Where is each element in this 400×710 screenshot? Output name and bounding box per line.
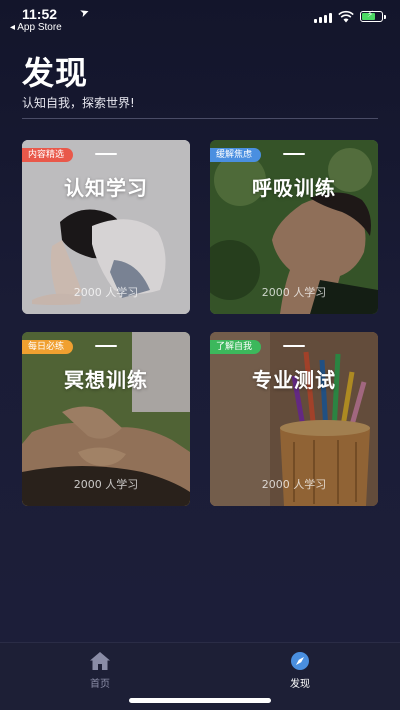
tab-discover-label: 发现 xyxy=(290,679,310,690)
battery-icon: ⚡ xyxy=(360,10,386,22)
header-divider xyxy=(22,118,378,119)
card-learner-count: 2000 人学习 xyxy=(73,286,139,299)
back-to-app-link[interactable]: ◂ App Store xyxy=(10,22,62,33)
card-dash xyxy=(95,153,117,155)
status-time: 11:52 xyxy=(22,6,58,22)
card-tag: 了解自我 xyxy=(210,340,262,354)
card-tag: 每日必练 xyxy=(22,340,74,354)
card-dash xyxy=(283,153,305,155)
card-title: 专业测试 xyxy=(252,368,336,392)
tab-discover[interactable]: 发现 xyxy=(270,651,330,690)
home-icon xyxy=(90,652,110,670)
card-title: 呼吸训练 xyxy=(252,176,336,200)
card-learner-count: 2000 人学习 xyxy=(73,478,139,491)
card-meditation-training[interactable]: 每日必练 冥想训练 2000 人学习 xyxy=(22,332,190,506)
card-dash xyxy=(95,345,117,347)
card-professional-test[interactable]: 了解自我 专业测试 2000 人学习 xyxy=(210,332,378,506)
location-arrow-icon: ➤ xyxy=(78,4,92,21)
card-cognitive-learning[interactable]: 内容精选 认知学习 2000 人学习 xyxy=(22,140,190,314)
tab-home[interactable]: 首页 xyxy=(70,651,130,690)
tab-home-label: 首页 xyxy=(90,679,110,690)
card-title: 冥想训练 xyxy=(64,368,148,392)
card-title: 认知学习 xyxy=(64,176,148,200)
page-title: 发现 xyxy=(22,54,89,92)
card-learner-count: 2000 人学习 xyxy=(261,478,327,491)
charging-bolt-icon: ⚡ xyxy=(367,10,374,20)
card-dash xyxy=(283,345,305,347)
card-learner-count: 2000 人学习 xyxy=(261,286,327,299)
status-bar: 11:52 ➤ ◂ App Store ⚡ xyxy=(0,0,400,40)
card-breathing-training[interactable]: 缓解焦虑 呼吸训练 2000 人学习 xyxy=(210,140,378,314)
wifi-icon xyxy=(338,10,354,23)
page-subtitle: 认知自我，探索世界! xyxy=(22,96,135,110)
home-indicator[interactable] xyxy=(129,698,271,703)
card-tag: 缓解焦虑 xyxy=(210,148,262,162)
card-tag: 内容精选 xyxy=(22,148,74,162)
compass-icon xyxy=(291,652,309,670)
cellular-signal-icon xyxy=(314,13,332,23)
